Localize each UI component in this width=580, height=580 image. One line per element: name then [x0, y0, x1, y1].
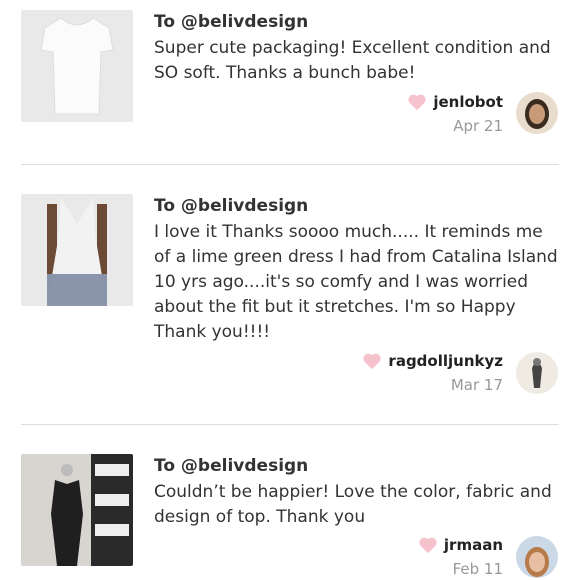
divider [21, 164, 559, 165]
review-recipient: To @belivdesign [154, 196, 309, 216]
heart-icon[interactable] [362, 352, 382, 370]
reviewer-username[interactable]: ragdolljunkyz [388, 352, 503, 370]
review-date: Mar 17 [450, 376, 503, 394]
product-thumbnail[interactable] [21, 454, 133, 566]
review-recipient: To @belivdesign [154, 12, 309, 32]
review-text: I love it Thanks soooo much..... It remi… [154, 222, 558, 342]
product-thumbnail[interactable] [21, 194, 133, 306]
review-meta: jenlobot Apr 21 [407, 93, 503, 135]
avatar[interactable] [516, 352, 558, 394]
review-recipient: To @belivdesign [154, 456, 309, 476]
avatar[interactable] [516, 92, 558, 134]
reviewer-username[interactable]: jrmaan [444, 536, 503, 554]
review-text: Super cute packaging! Excellent conditio… [154, 38, 551, 83]
avatar[interactable] [516, 536, 558, 578]
heart-icon[interactable] [407, 93, 427, 111]
review-date: Apr 21 [453, 117, 503, 135]
review-text: Couldn’t be happier! Love the color, fab… [154, 482, 552, 527]
divider [21, 424, 559, 425]
review-date: Feb 11 [452, 560, 503, 578]
review-meta: ragdolljunkyz Mar 17 [362, 352, 503, 394]
product-thumbnail[interactable] [21, 10, 133, 122]
reviewer-username[interactable]: jenlobot [433, 93, 503, 111]
heart-icon[interactable] [418, 536, 438, 554]
review-meta: jrmaan Feb 11 [418, 536, 503, 578]
